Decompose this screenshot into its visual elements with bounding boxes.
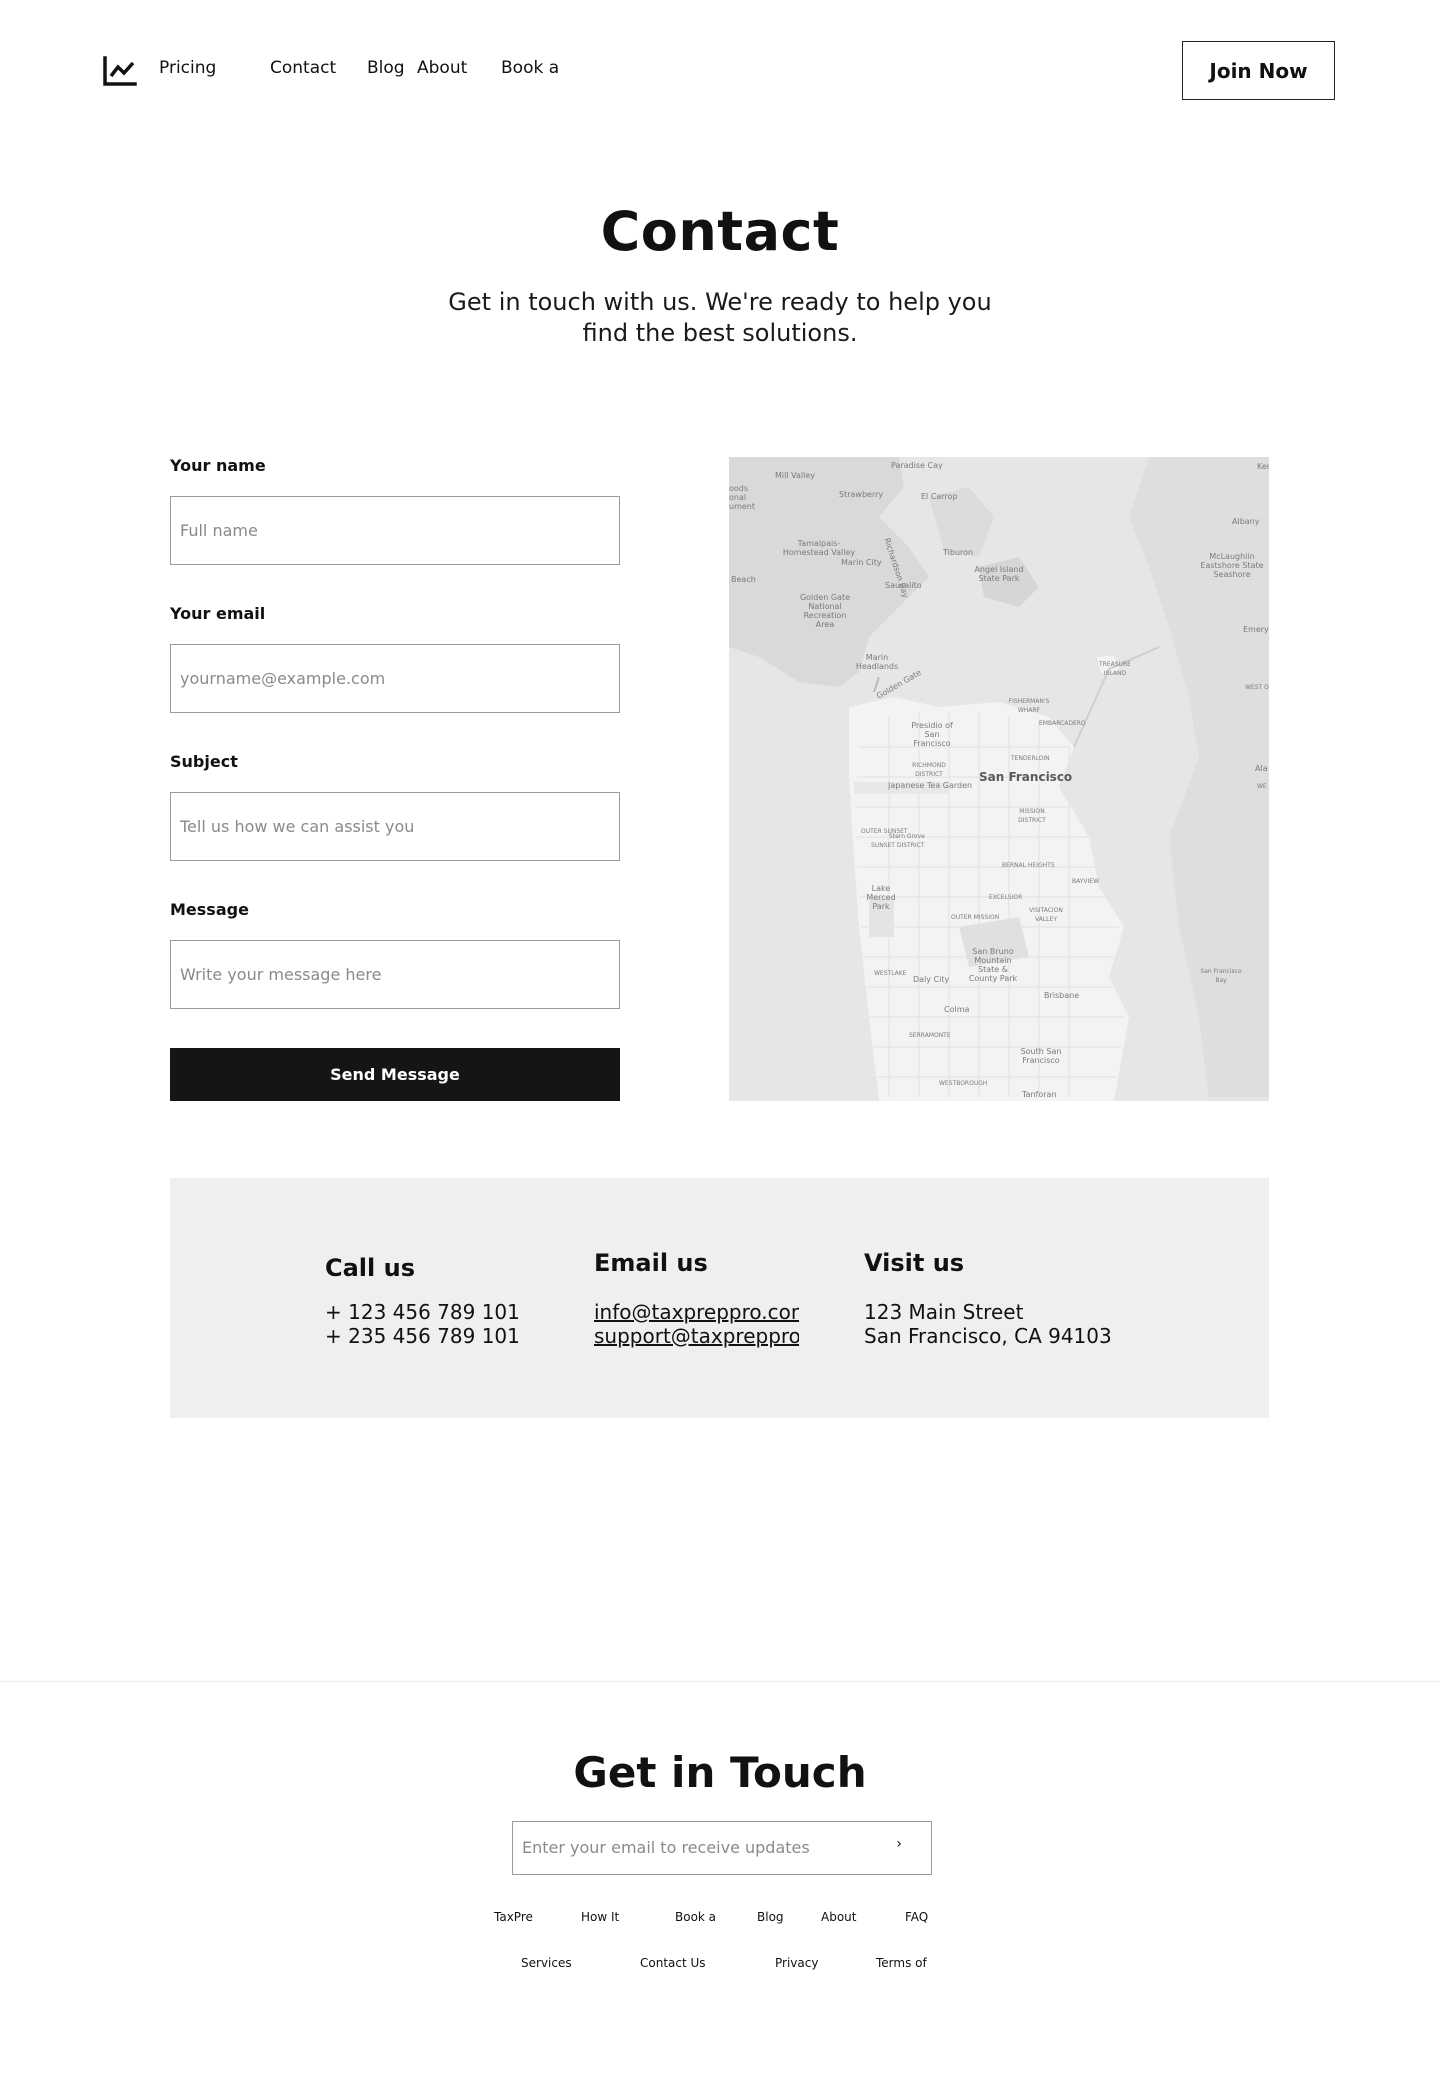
call-us-heading: Call us — [325, 1254, 415, 1282]
map-label-westborough: WESTBOROUGH — [939, 1080, 988, 1087]
footer-link-privacy[interactable]: Privacy — [775, 1956, 818, 1970]
address-line-2: San Francisco, CA 94103 — [864, 1324, 1112, 1348]
name-label: Your name — [170, 456, 266, 475]
map-label-westlake: WESTLAKE — [874, 970, 907, 977]
map-label-tenderloin: TENDERLOIN — [1011, 755, 1050, 762]
map-label-san-francisco: San Francisco — [979, 770, 1073, 784]
map-label-daly-city: Daly City — [913, 975, 950, 984]
subscribe-arrow-icon[interactable]: › — [889, 1836, 909, 1858]
visit-us-heading: Visit us — [864, 1249, 965, 1277]
email-label: Your email — [170, 604, 266, 623]
map-label-ument: ument — [729, 502, 755, 511]
map-label-tanforan: Tanforan — [1022, 1090, 1057, 1099]
map-label-bayview: BAYVIEW — [1072, 878, 1100, 885]
site-header: Pricing Contact Blog About Book a Join N… — [0, 0, 1440, 140]
message-field[interactable] — [170, 940, 620, 1009]
footer-link-blog[interactable]: Blog — [757, 1910, 784, 1924]
phone-number-2: + 235 456 789 101 — [325, 1324, 520, 1348]
nav-blog[interactable]: Blog — [367, 58, 405, 78]
map-label-el-carrop: El Carrop — [921, 492, 958, 501]
map-label-onal: onal — [729, 493, 747, 502]
map-label-woods: oods — [729, 484, 749, 493]
page-title: Contact — [600, 200, 840, 263]
map-label-san-bruno-mountain: San Bruno Mountain State & County Park — [968, 947, 1018, 983]
map-label-colma: Colma — [944, 1005, 970, 1014]
email-link-support[interactable]: support@taxpreppro.com — [594, 1324, 799, 1348]
subscribe-email-input[interactable] — [513, 1822, 873, 1873]
map-label-embarcadero: EMBARCADERO — [1039, 720, 1086, 727]
footer-divider — [0, 1681, 1440, 1682]
map-label-lake-merced: Lake Merced Park — [866, 884, 896, 911]
footer-link-about[interactable]: About — [821, 1910, 856, 1924]
footer-link-services[interactable]: Services — [521, 1956, 572, 1970]
map-label-fishermans-wharf: FISHERMAN'S WHARF — [1008, 698, 1050, 714]
map-label-treasure-island: TREASURE ISLAND — [1099, 661, 1131, 677]
map-label-stern-grove: Stern Grove — [889, 833, 925, 840]
map-label-mission: MISSION DISTRICT — [1018, 808, 1046, 824]
send-message-button[interactable]: Send Message — [170, 1048, 620, 1101]
map-label-golden-gate-nra: Golden Gate National Recreation Area — [799, 593, 851, 629]
map-label-marin-city: Marin City — [841, 558, 882, 567]
map-label-mclaughlin: McLaughlin Eastshore State Seashore — [1200, 552, 1264, 579]
footer-link-taxpre[interactable]: TaxPre — [494, 1910, 533, 1924]
page-subtitle: Get in touch with us. We're ready to hel… — [448, 288, 992, 347]
map-label-tamalpais: Tamalpais-Homestead Valley — [782, 539, 856, 557]
map-label-ala: Ala — [1255, 764, 1268, 773]
footer-link-faq[interactable]: FAQ — [905, 1910, 928, 1924]
map-label-presidio: Presidio of San Francisco — [911, 721, 953, 748]
map-label-richmond: RICHMOND DISTRICT — [912, 762, 946, 778]
footer-link-contact-us[interactable]: Contact Us — [640, 1956, 706, 1970]
subject-field[interactable] — [170, 792, 620, 861]
map-label-japanese-tea-garden: Japanese Tea Garden — [888, 781, 973, 790]
nav-contact[interactable]: Contact — [270, 58, 336, 78]
map-label-sunset-district: SUNSET DISTRICT — [871, 842, 925, 849]
phone-number-1: + 123 456 789 101 — [325, 1300, 520, 1324]
map-label-beach: Beach — [731, 575, 756, 584]
map-label-sf-bay: San Francisco Bay — [1200, 968, 1242, 984]
map-label-serramonte: SERRAMONTE — [909, 1032, 951, 1039]
map-label-mill-valley: Mill Valley — [775, 471, 815, 480]
message-label: Message — [170, 900, 249, 919]
location-map[interactable]: Mill Valley Paradise Cay Strawberry El C… — [729, 457, 1269, 1101]
map-label-marin-headlands: Marin Headlands — [855, 653, 899, 671]
map-label-tiburon: Tiburon — [943, 548, 974, 557]
map-label-paradise-cay: Paradise Cay — [891, 461, 943, 470]
map-label-angel-island: Angel Island State Park — [974, 565, 1024, 583]
address-line-1: 123 Main Street — [864, 1300, 1024, 1324]
email-us-heading: Email us — [594, 1249, 708, 1277]
map-label-strawberry: Strawberry — [839, 490, 884, 499]
map-label-albany: Albany — [1232, 517, 1260, 526]
name-field[interactable] — [170, 496, 620, 565]
map-label-visitacion: VISITACION VALLEY — [1029, 907, 1063, 923]
subscribe-form: › — [512, 1821, 932, 1875]
footer-link-book[interactable]: Book a — [675, 1910, 716, 1924]
footer-link-terms[interactable]: Terms of — [876, 1956, 927, 1970]
footer-title: Get in Touch — [573, 1748, 867, 1797]
map-label-emeryville: Emeryvi — [1243, 625, 1269, 634]
line-chart-logo-icon[interactable] — [103, 56, 137, 86]
email-link-info[interactable]: info@taxpreppro.com — [594, 1300, 799, 1324]
nav-pricing[interactable]: Pricing — [159, 58, 216, 78]
map-label-sausalito: Sausalito — [885, 581, 922, 590]
contact-info-panel: Call us + 123 456 789 101 + 235 456 789 … — [170, 1178, 1269, 1418]
map-label-ken: Ken — [1257, 462, 1269, 471]
nav-book[interactable]: Book a — [501, 58, 559, 78]
map-label-west-o: WEST O — [1245, 684, 1269, 691]
map-label-brisbane: Brisbane — [1044, 991, 1080, 1000]
join-now-button[interactable]: Join Now — [1182, 41, 1335, 100]
nav-about[interactable]: About — [417, 58, 467, 78]
map-label-outer-mission: OUTER MISSION — [951, 914, 1000, 921]
email-field[interactable] — [170, 644, 620, 713]
map-label-we: WE — [1257, 783, 1267, 790]
map-label-excelsior: EXCELSIOR — [989, 894, 1023, 901]
map-label-bernal-heights: BERNAL HEIGHTS — [1002, 862, 1055, 869]
subject-label: Subject — [170, 752, 238, 771]
map-label-south-sf: South San Francisco — [1020, 1047, 1062, 1065]
footer-link-how-it[interactable]: How It — [581, 1910, 619, 1924]
